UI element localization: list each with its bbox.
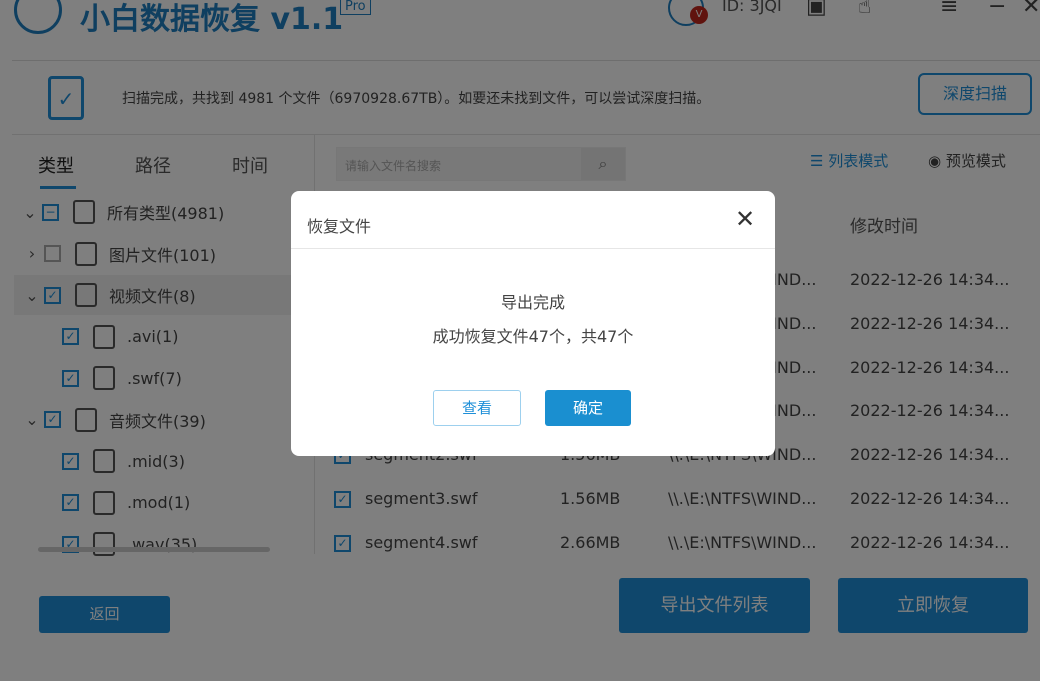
dialog-message-title: 导出完成: [500, 293, 565, 312]
view-button[interactable]: 查看: [433, 390, 521, 426]
divider: [291, 248, 775, 249]
ok-button[interactable]: 确定: [545, 390, 631, 426]
close-icon[interactable]: ✕: [735, 205, 755, 233]
dialog-message: 成功恢复文件47个，共47个: [432, 327, 634, 346]
dialog-title: 恢复文件: [307, 217, 372, 236]
recover-dialog: 恢复文件 ✕ 导出完成 成功恢复文件47个，共47个 查看 确定: [291, 191, 775, 456]
